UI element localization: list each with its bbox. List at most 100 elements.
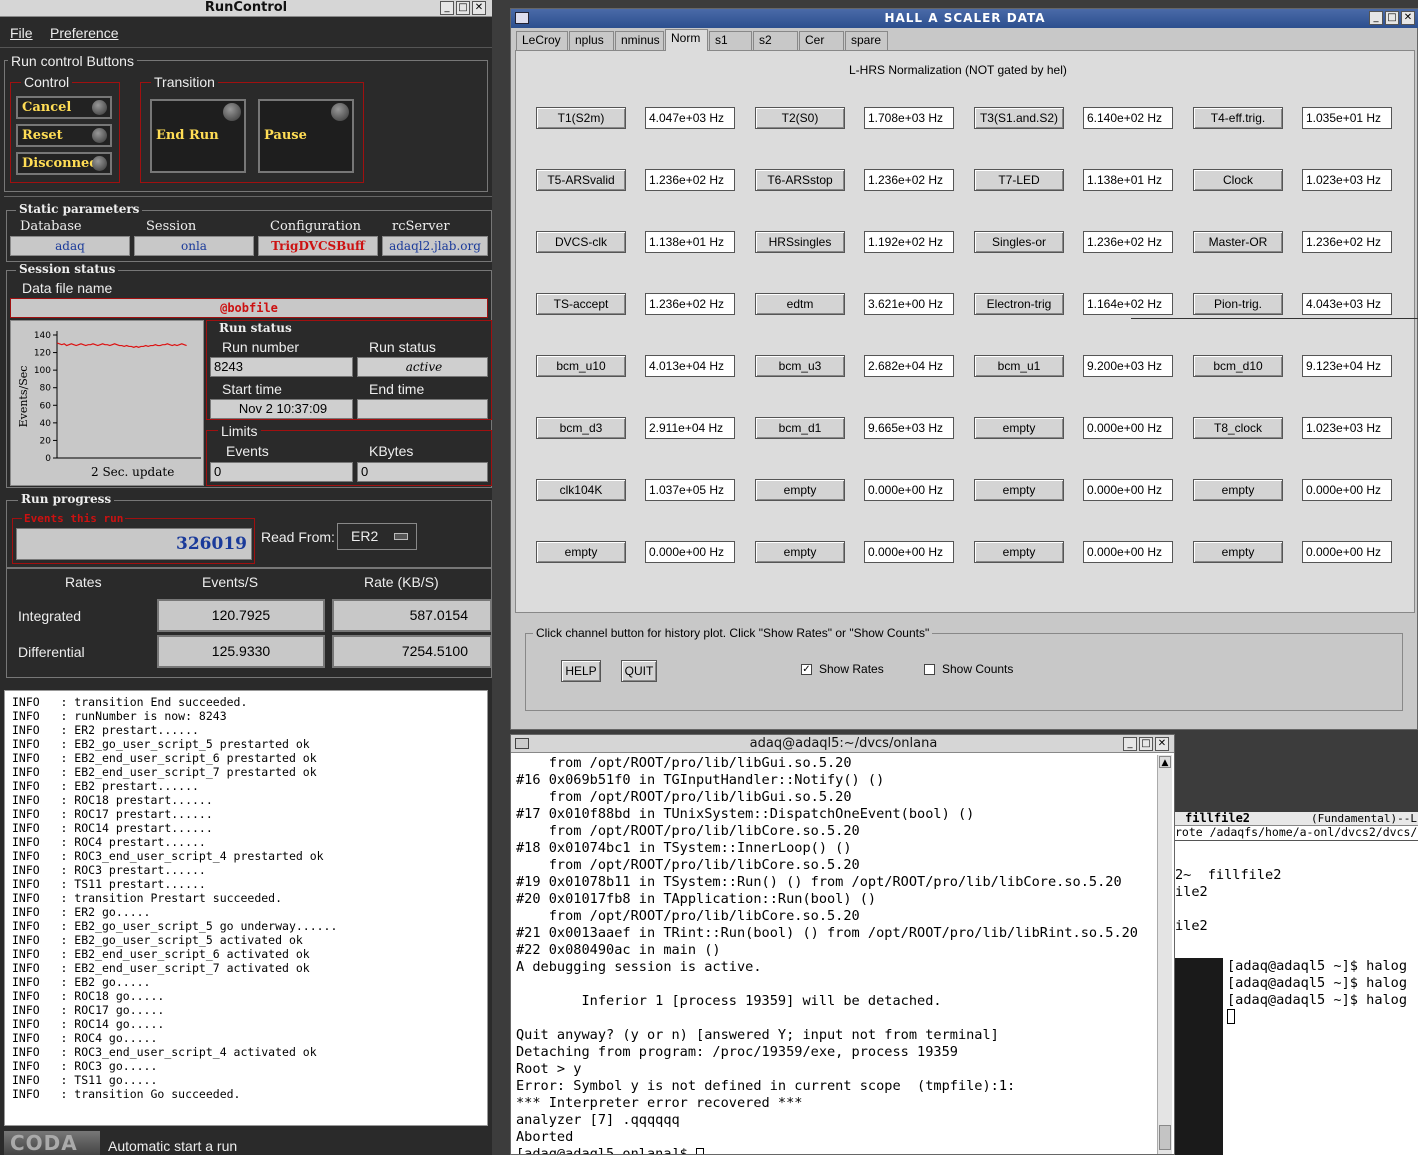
channel-button[interactable]: bcm_u10	[536, 355, 626, 377]
channel-button[interactable]: empty	[755, 479, 845, 501]
channel-rate-field[interactable]: 4.047e+03 Hz	[645, 107, 735, 129]
channel-rate-field[interactable]: 2.682e+04 Hz	[864, 355, 954, 377]
channel-button[interactable]: edtm	[755, 293, 845, 315]
minimize-button[interactable]: _	[440, 1, 454, 15]
channel-button[interactable]: Master-OR	[1193, 231, 1283, 253]
tab-spare[interactable]: spare	[845, 31, 888, 50]
channel-button[interactable]: empty	[974, 541, 1064, 563]
tab-lecroy[interactable]: LeCroy	[516, 31, 568, 50]
close-button[interactable]: ✕	[1155, 737, 1169, 751]
show-counts-checkbox[interactable]	[924, 664, 935, 675]
channel-rate-field[interactable]: 1.035e+01 Hz	[1302, 107, 1392, 129]
show-rates-checkbox[interactable]: ✓	[801, 664, 812, 675]
terminal-text[interactable]: from /opt/ROOT/pro/lib/libGui.so.5.20 #16…	[516, 755, 1156, 1154]
close-button[interactable]: ✕	[1401, 11, 1415, 25]
pause-button[interactable]: Pause	[258, 99, 354, 173]
channel-button[interactable]: bcm_d3	[536, 417, 626, 439]
read-from-select[interactable]: ER2	[337, 523, 417, 550]
channel-button[interactable]: empty	[536, 541, 626, 563]
cancel-button[interactable]: Cancel	[16, 96, 112, 119]
kbytes-limit-input[interactable]: 0	[357, 462, 488, 482]
channel-rate-field[interactable]: 0.000e+00 Hz	[864, 541, 954, 563]
channel-rate-field[interactable]: 0.000e+00 Hz	[645, 541, 735, 563]
channel-rate-field[interactable]: 1.236e+02 Hz	[1302, 231, 1392, 253]
quit-button[interactable]: QUIT	[621, 660, 657, 682]
channel-rate-field[interactable]: 1.138e+01 Hz	[645, 231, 735, 253]
channel-button[interactable]: Clock	[1193, 169, 1283, 191]
minimize-button[interactable]: _	[1369, 11, 1383, 25]
channel-button[interactable]: empty	[1193, 479, 1283, 501]
channel-button[interactable]: T7-LED	[974, 169, 1064, 191]
channel-button[interactable]: Singles-or	[974, 231, 1064, 253]
channel-button[interactable]: bcm_d10	[1193, 355, 1283, 377]
channel-rate-field[interactable]: 0.000e+00 Hz	[1083, 541, 1173, 563]
channel-button[interactable]: bcm_u3	[755, 355, 845, 377]
window-menu-icon[interactable]	[515, 738, 529, 749]
channel-rate-field[interactable]: 4.043e+03 Hz	[1302, 293, 1392, 315]
tab-nminus[interactable]: nminus	[615, 31, 664, 50]
channel-rate-field[interactable]: 9.200e+03 Hz	[1083, 355, 1173, 377]
channel-button[interactable]: T8_clock	[1193, 417, 1283, 439]
channel-rate-field[interactable]: 3.621e+00 Hz	[864, 293, 954, 315]
channel-rate-field[interactable]: 1.192e+02 Hz	[864, 231, 954, 253]
tab-nplus[interactable]: nplus	[569, 31, 614, 50]
channel-rate-field[interactable]: 6.140e+02 Hz	[1083, 107, 1173, 129]
channel-rate-field[interactable]: 0.000e+00 Hz	[864, 479, 954, 501]
channel-rate-field[interactable]: 9.665e+03 Hz	[864, 417, 954, 439]
channel-button[interactable]: clk104K	[536, 479, 626, 501]
channel-button[interactable]: DVCS-clk	[536, 231, 626, 253]
channel-button[interactable]: Pion-trig.	[1193, 293, 1283, 315]
maximize-button[interactable]: □	[1139, 737, 1153, 751]
channel-button[interactable]: bcm_u1	[974, 355, 1064, 377]
channel-rate-field[interactable]: 1.236e+02 Hz	[645, 293, 735, 315]
events-limit-input[interactable]: 0	[210, 462, 353, 482]
channel-rate-field[interactable]: 0.000e+00 Hz	[1083, 417, 1173, 439]
channel-rate-field[interactable]: 1.138e+01 Hz	[1083, 169, 1173, 191]
editor-text[interactable]: 2~ fillfile2 ile2 ile2	[1175, 867, 1281, 935]
tab-s2[interactable]: s2	[753, 31, 798, 50]
channel-button[interactable]: T6-ARSstop	[755, 169, 845, 191]
channel-button[interactable]: empty	[974, 417, 1064, 439]
minimize-button[interactable]: _	[1123, 737, 1137, 751]
message-log[interactable]: INFO : transition End succeeded. INFO : r…	[4, 690, 488, 1126]
menu-file[interactable]: File	[10, 25, 33, 41]
help-button[interactable]: HELP	[561, 660, 601, 682]
channel-button[interactable]: empty	[755, 541, 845, 563]
channel-button[interactable]: T1(S2m)	[536, 107, 626, 129]
channel-rate-field[interactable]: 1.236e+02 Hz	[645, 169, 735, 191]
channel-button[interactable]: T4-eff.trig.	[1193, 107, 1283, 129]
maximize-button[interactable]: □	[1385, 11, 1399, 25]
background-terminal-text[interactable]: [adaq@adaql5 ~]$ halog [adaq@adaql5 ~]$ h…	[1227, 958, 1407, 1009]
reset-button[interactable]: Reset	[16, 124, 112, 147]
channel-rate-field[interactable]: 1.037e+05 Hz	[645, 479, 735, 501]
channel-button[interactable]: Electron-trig	[974, 293, 1064, 315]
channel-rate-field[interactable]: 1.236e+02 Hz	[864, 169, 954, 191]
channel-button[interactable]: TS-accept	[536, 293, 626, 315]
channel-rate-field[interactable]: 0.000e+00 Hz	[1083, 479, 1173, 501]
channel-rate-field[interactable]: 0.000e+00 Hz	[1302, 541, 1392, 563]
channel-button[interactable]: T2(S0)	[755, 107, 845, 129]
channel-button[interactable]: empty	[974, 479, 1064, 501]
tab-cer[interactable]: Cer	[799, 31, 844, 50]
channel-rate-field[interactable]: 1.023e+03 Hz	[1302, 169, 1392, 191]
scroll-up-icon[interactable]: ▲	[1159, 756, 1171, 768]
channel-rate-field[interactable]: 1.708e+03 Hz	[864, 107, 954, 129]
end-run-button[interactable]: End Run	[150, 99, 246, 173]
channel-rate-field[interactable]: 4.013e+04 Hz	[645, 355, 735, 377]
tab-norm[interactable]: Norm	[665, 29, 708, 51]
channel-button[interactable]: T3(S1.and.S2)	[974, 107, 1064, 129]
channel-rate-field[interactable]: 1.023e+03 Hz	[1302, 417, 1392, 439]
terminal-scrollbar[interactable]: ▲	[1157, 755, 1172, 1154]
channel-button[interactable]: HRSsingles	[755, 231, 845, 253]
tab-s1[interactable]: s1	[709, 31, 752, 50]
channel-rate-field[interactable]: 2.911e+04 Hz	[645, 417, 735, 439]
disconnect-button[interactable]: Disconnect	[16, 152, 112, 175]
channel-button[interactable]: T5-ARSvalid	[536, 169, 626, 191]
scroll-thumb[interactable]	[1159, 1125, 1171, 1150]
maximize-button[interactable]: □	[456, 1, 470, 15]
close-button[interactable]: ✕	[472, 1, 486, 15]
menu-preference[interactable]: Preference	[50, 25, 118, 41]
channel-rate-field[interactable]: 9.123e+04 Hz	[1302, 355, 1392, 377]
channel-button[interactable]: empty	[1193, 541, 1283, 563]
channel-button[interactable]: bcm_d1	[755, 417, 845, 439]
